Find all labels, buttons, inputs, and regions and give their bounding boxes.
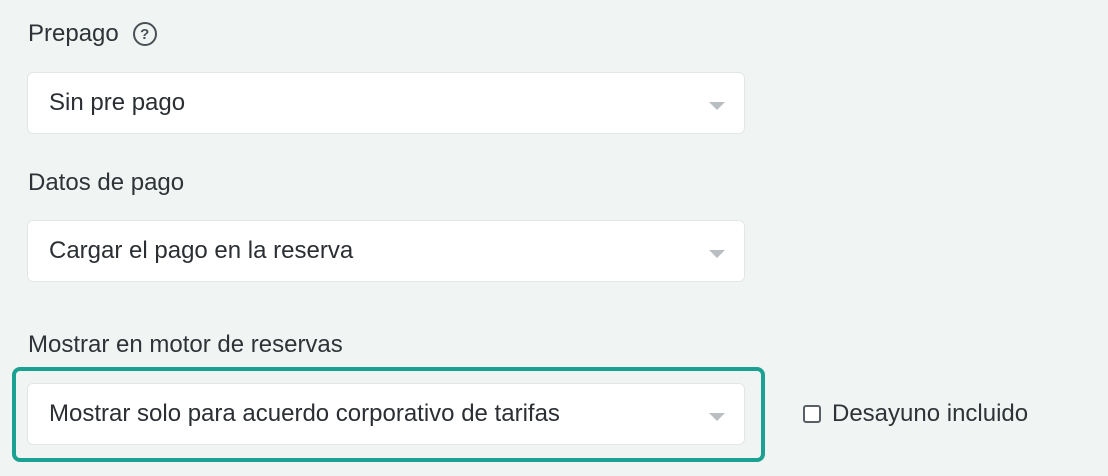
prepago-selected-value: Sin pre pago [49,89,186,116]
motor-reservas-selected-value: Mostrar solo para acuerdo corporativo de… [49,400,560,427]
chevron-down-icon [709,413,725,421]
desayuno-label: Desayuno incluido [832,400,1029,427]
prepago-label-text: Prepago [28,20,119,47]
desayuno-checkbox[interactable] [803,405,821,423]
datos-pago-selected-value: Cargar el pago en la reserva [49,237,354,264]
prepago-select[interactable]: Sin pre pago [27,72,745,134]
chevron-down-icon [709,102,725,110]
help-icon[interactable]: ? [132,22,157,46]
motor-reservas-select[interactable]: Mostrar solo para acuerdo corporativo de… [27,383,745,445]
datos-pago-select[interactable]: Cargar el pago en la reserva [27,220,745,282]
desayuno-checkbox-row[interactable]: Desayuno incluido [803,399,1028,429]
prepago-label: Prepago ? [28,19,157,49]
datos-pago-label: Datos de pago [28,169,185,196]
motor-reservas-label: Mostrar en motor de reservas [28,331,343,358]
chevron-down-icon [709,250,725,258]
